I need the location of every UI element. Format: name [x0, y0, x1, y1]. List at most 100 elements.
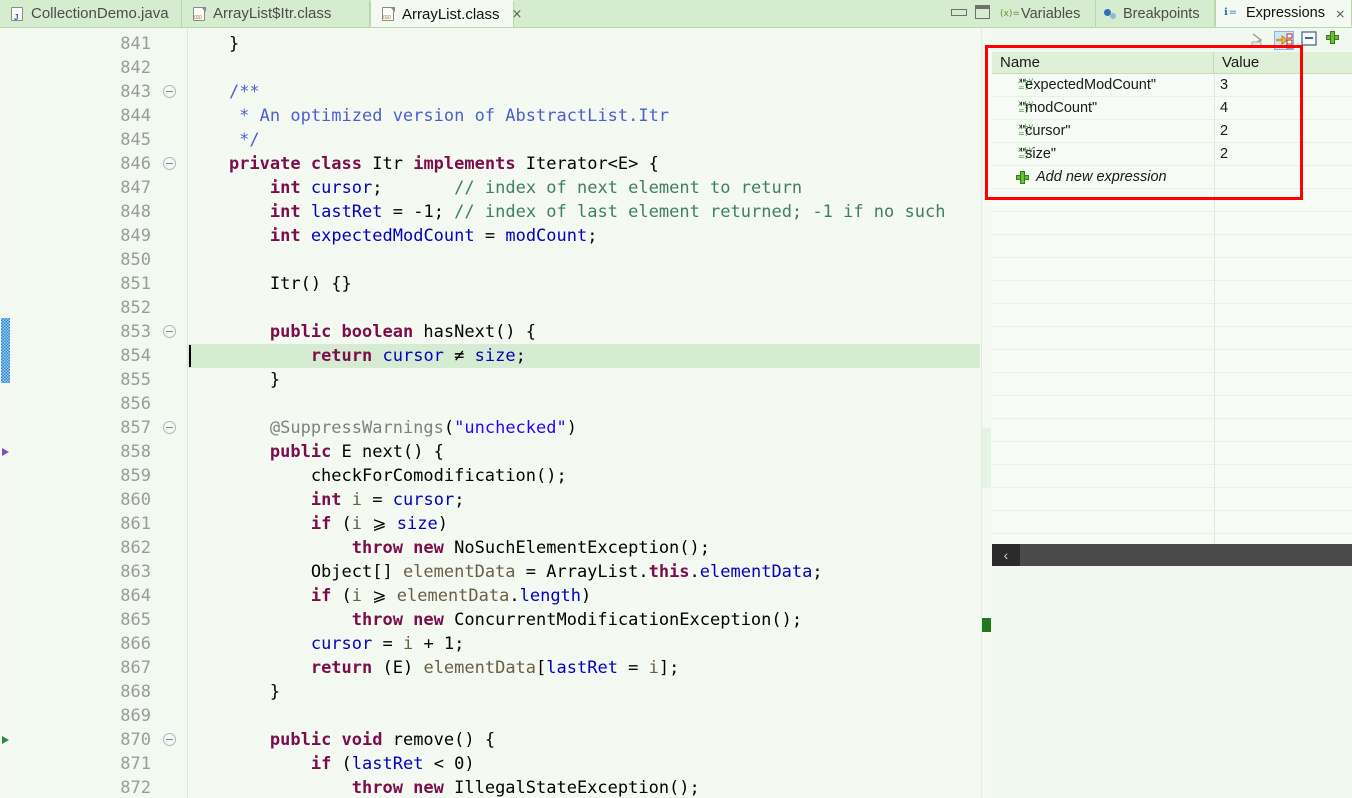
line-number: 842	[120, 58, 151, 78]
code-token: ];	[658, 658, 680, 678]
editor-tab-arraylist-itr-class[interactable]: 010 ArrayList$Itr.class	[182, 0, 370, 27]
code-token: =	[474, 226, 506, 246]
code-token: private class	[228, 154, 363, 174]
line-number: 849	[120, 226, 151, 246]
code-token: ≠	[443, 346, 475, 366]
editor-tab-collectiondemo[interactable]: J CollectionDemo.java	[0, 0, 182, 27]
expressions-table[interactable]: Name Value x+y =? "expectedModCount" 3 x+y =?…	[992, 52, 1352, 557]
code-token: // index of last element returned; -1 if…	[454, 202, 946, 222]
line-number: 868	[120, 682, 151, 702]
annotation-ruler[interactable]	[0, 28, 14, 798]
code-token: i	[648, 658, 659, 678]
fold-toggle-icon[interactable]	[163, 421, 176, 434]
code-line: }	[188, 680, 280, 704]
line-number: 859	[120, 466, 151, 486]
show-logical-structure-button[interactable]	[1250, 31, 1270, 50]
code-token: (	[443, 418, 455, 438]
fold-toggle-icon[interactable]	[163, 733, 176, 746]
expression-name: "cursor"	[1020, 123, 1071, 139]
line-number: 850	[120, 250, 151, 270]
expression-row[interactable]: x+y =? "size" 2	[992, 143, 1352, 166]
debug-tab-label: Variables	[1021, 5, 1081, 22]
code-token: lastRet	[351, 754, 424, 774]
expressions-horizontal-scrollbar[interactable]: ‹	[992, 544, 1352, 566]
add-new-expression-button[interactable]	[1326, 31, 1346, 50]
fold-toggle-icon[interactable]	[163, 85, 176, 98]
code-line: throw new ConcurrentModificationExceptio…	[188, 608, 802, 632]
table-empty-row	[992, 258, 1352, 281]
close-icon[interactable]: ⨯	[1335, 6, 1345, 21]
table-empty-row	[992, 189, 1352, 212]
code-line: return (E) elementData[lastRet = i];	[188, 656, 680, 680]
expression-row[interactable]: x+y =? "modCount" 4	[992, 97, 1352, 120]
close-icon[interactable]: ⨯	[512, 6, 523, 22]
expressions-view-toolbar	[992, 28, 1352, 52]
scroll-left-arrow-icon[interactable]: ‹	[992, 544, 1020, 566]
class-file-icon: 010	[192, 6, 207, 22]
fold-toggle-icon[interactable]	[163, 325, 176, 338]
code-token: ⩾	[362, 514, 397, 534]
plus-icon	[1016, 171, 1029, 184]
code-line: Object[] elementData = ArrayList.this.el…	[188, 560, 823, 584]
code-token: public boolean	[269, 322, 414, 342]
tab-expressions[interactable]: ℹ = Expressions ⨯	[1215, 0, 1352, 27]
line-number: 863	[120, 562, 151, 582]
fold-toggle-icon[interactable]	[163, 157, 176, 170]
code-token: public	[269, 442, 332, 462]
editor-scroll-thumb[interactable]	[982, 428, 991, 488]
code-line: throw new NoSuchElementException();	[188, 536, 710, 560]
line-number-gutter[interactable]: 841 842 843 844 845 846 847 848 849 850 851 852 853 8…	[13, 28, 188, 798]
tab-breakpoints[interactable]: Breakpoints	[1096, 0, 1215, 27]
column-header-value[interactable]: Value	[1214, 52, 1352, 73]
expression-row[interactable]: x+y =? "expectedModCount" 3	[992, 74, 1352, 97]
code-line: }	[188, 32, 239, 56]
column-divider	[1214, 74, 1215, 548]
code-token: lastRet	[546, 658, 618, 678]
code-token: =	[362, 490, 393, 510]
collapse-all-button[interactable]	[1274, 31, 1294, 50]
editor-tab-arraylist-class[interactable]: 010 ArrayList.class ⨯	[370, 0, 522, 27]
code-token: lastRet	[310, 202, 383, 222]
tab-variables[interactable]: (x)= Variables	[992, 0, 1096, 27]
code-token: [	[536, 658, 547, 678]
code-line: */	[188, 128, 259, 152]
purple-triangle-marker	[2, 448, 9, 456]
add-new-expression-row[interactable]: Add new expression	[992, 166, 1352, 189]
editor-tab-bar: J CollectionDemo.java 010 ArrayList$Itr.…	[0, 0, 992, 28]
source-code-text[interactable]: } /** * An optimized version of Abstract…	[188, 28, 992, 798]
expression-value: 4	[1220, 100, 1229, 116]
code-token: cursor	[310, 634, 373, 654]
code-token: cursor	[310, 178, 373, 198]
code-token: ConcurrentModificationException();	[443, 610, 803, 630]
code-line: private class Itr implements Iterator<E>…	[188, 152, 659, 176]
code-token: (	[331, 754, 352, 774]
code-token: }	[188, 370, 281, 390]
line-number: 857	[120, 418, 151, 438]
line-number: 852	[120, 298, 151, 318]
line-number: 867	[120, 658, 151, 678]
table-empty-row	[992, 465, 1352, 488]
expression-row[interactable]: x+y =? "cursor" 2	[992, 120, 1352, 143]
code-token: @SuppressWarnings	[269, 418, 444, 438]
code-editor-surface[interactable]: 841 842 843 844 845 846 847 848 849 850 851 852 853 8…	[0, 28, 992, 798]
editor-vertical-scrollbar[interactable]	[981, 28, 992, 798]
code-token: elementData	[402, 562, 516, 582]
code-token: < 0)	[423, 754, 475, 774]
debug-views-pane: (x)= Variables Breakpoints ℹ = Expressio…	[992, 0, 1352, 798]
expression-value: 2	[1220, 146, 1229, 162]
column-header-name[interactable]: Name	[992, 52, 1214, 73]
table-empty-row	[992, 488, 1352, 511]
expression-name: "expectedModCount"	[1020, 77, 1157, 93]
maximize-button[interactable]	[975, 5, 990, 19]
remove-selected-expressions-button[interactable]	[1300, 31, 1320, 50]
minimize-button[interactable]	[951, 9, 967, 16]
